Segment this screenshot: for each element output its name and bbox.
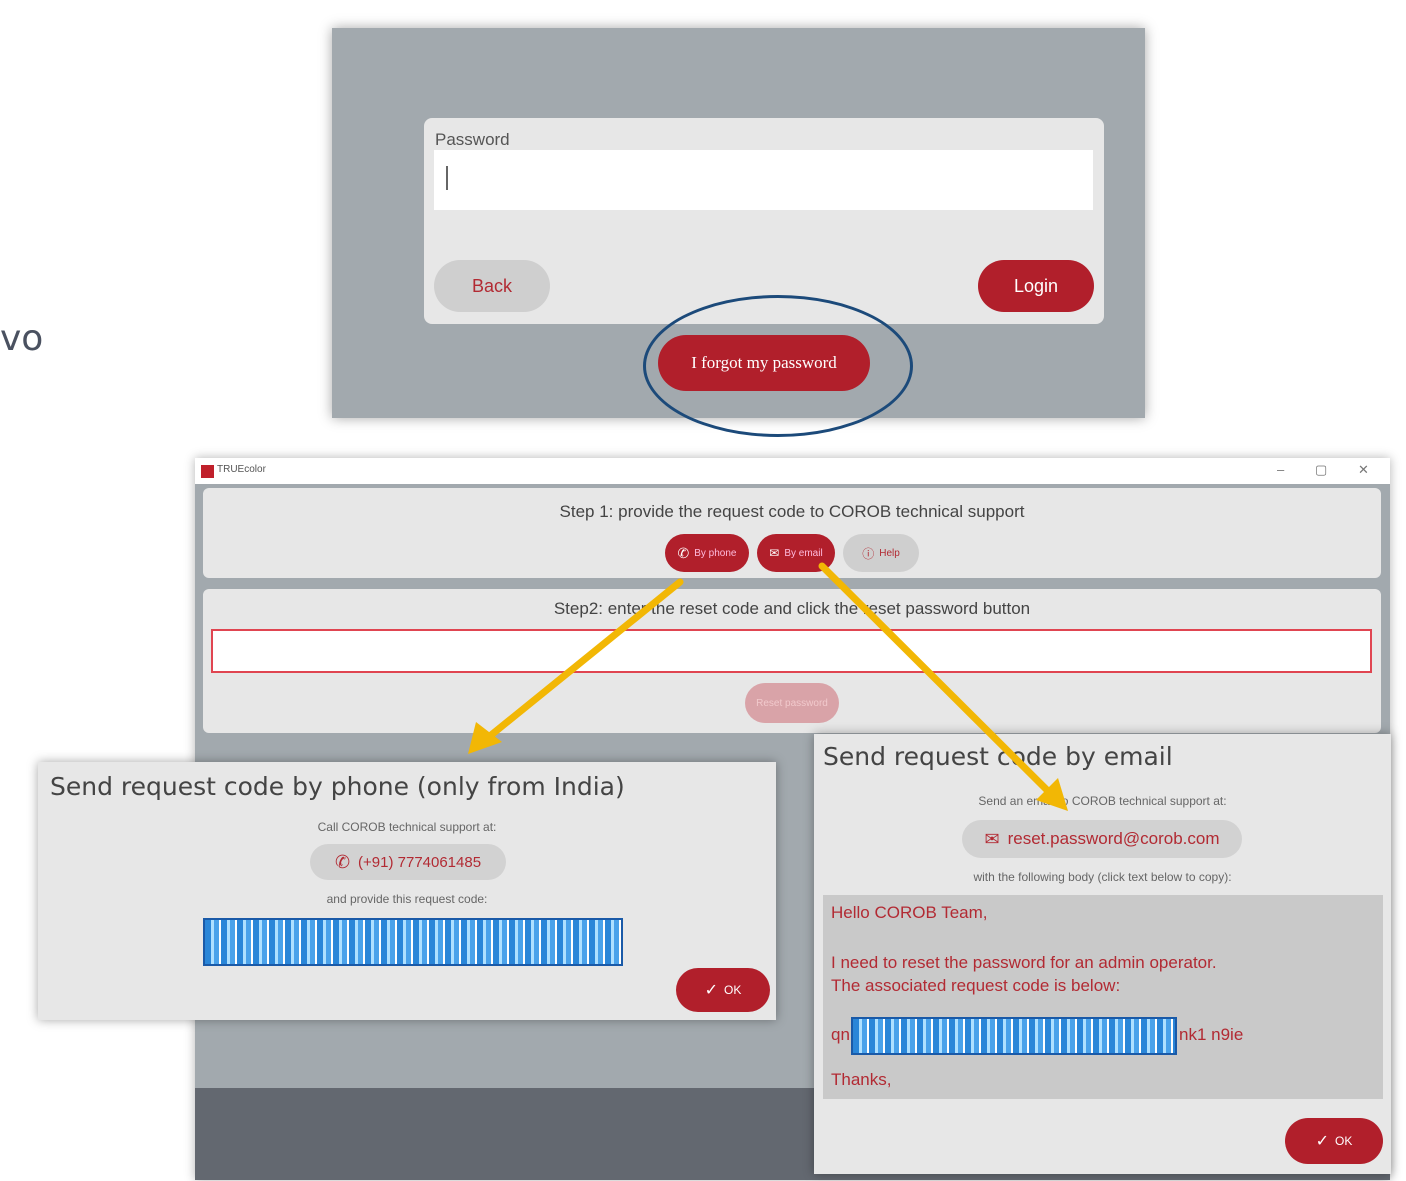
back-button[interactable]: Back	[434, 260, 550, 312]
ok-label: OK	[724, 983, 742, 997]
text-caret	[446, 166, 448, 190]
body-hint-text: with the following body (click text belo…	[973, 870, 1232, 884]
step1-panel: Step 1: provide the request code to CORO…	[203, 488, 1381, 578]
send-email-text: Send an email to COROB technical support…	[978, 794, 1227, 808]
by-phone-button[interactable]: ✆ By phone	[665, 534, 749, 572]
body-closing: Thanks,	[831, 1070, 892, 1089]
check-icon: ✓	[704, 982, 719, 999]
mail-icon: ✉	[984, 828, 1000, 849]
body-code-prefix: qn	[831, 1025, 850, 1044]
cropped-side-text: vo	[0, 318, 44, 359]
check-icon: ✓	[1315, 1133, 1330, 1150]
redacted-request-code	[851, 1017, 1177, 1055]
body-greeting: Hello COROB Team,	[831, 903, 988, 922]
password-input[interactable]	[434, 150, 1093, 210]
phone-number: (+91) 7774061485	[358, 853, 482, 871]
login-card: Password Back Login	[424, 118, 1104, 324]
body-line-2: The associated request code is below:	[831, 976, 1121, 995]
by-email-button[interactable]: ✉ By email	[757, 534, 835, 572]
help-icon: ⓘ	[862, 546, 875, 561]
call-support-text: Call COROB technical support at:	[317, 820, 497, 834]
provide-code-text: and provide this request code:	[326, 892, 488, 906]
step2-title: Step2: enter the reset code and click th…	[553, 599, 1031, 618]
email-dialog-title: Send request code by email	[823, 742, 1173, 771]
email-body-box[interactable]: Hello COROB Team, I need to reset the pa…	[823, 895, 1383, 1099]
ok-label: OK	[1335, 1134, 1353, 1148]
login-button[interactable]: Login	[978, 260, 1094, 312]
app-icon	[201, 465, 214, 478]
minimize-icon[interactable]: –	[1277, 462, 1284, 477]
step2-panel: Step2: enter the reset code and click th…	[203, 589, 1381, 733]
email-request-dialog: Send request code by email Send an email…	[814, 734, 1391, 1174]
reset-code-input[interactable]	[211, 629, 1372, 673]
mail-icon: ✉	[769, 546, 780, 560]
phone-dialog-title: Send request code by phone (only from In…	[50, 772, 625, 801]
maximize-icon[interactable]: ▢	[1315, 462, 1327, 478]
window-title: TRUEcolor	[217, 464, 266, 475]
body-line-1: I need to reset the password for an admi…	[831, 953, 1217, 972]
phone-number-button[interactable]: ✆ (+91) 7774061485	[310, 844, 506, 880]
password-label: Password	[435, 130, 510, 149]
phone-icon: ✆	[677, 544, 690, 561]
email-ok-button[interactable]: ✓ OK	[1285, 1118, 1383, 1164]
phone-ok-button[interactable]: ✓ OK	[676, 968, 770, 1012]
help-label: Help	[879, 547, 900, 559]
highlight-circle	[643, 295, 913, 437]
title-bar: TRUEcolor – ▢ ✕	[195, 458, 1390, 484]
redacted-request-code	[203, 918, 623, 966]
phone-request-dialog: Send request code by phone (only from In…	[38, 762, 776, 1020]
body-code-suffix: nk1 n9ie	[1179, 1025, 1244, 1044]
email-address-button[interactable]: ✉ reset.password@corob.com	[962, 820, 1242, 858]
email-address: reset.password@corob.com	[1007, 829, 1220, 848]
close-icon[interactable]: ✕	[1358, 462, 1369, 478]
reset-password-button[interactable]: Reset password	[745, 683, 839, 723]
help-button[interactable]: ⓘ Help	[843, 534, 919, 572]
step1-title: Step 1: provide the request code to CORO…	[559, 502, 1025, 521]
by-email-label: By email	[784, 547, 823, 559]
phone-icon: ✆	[334, 851, 351, 872]
by-phone-label: By phone	[694, 547, 737, 559]
